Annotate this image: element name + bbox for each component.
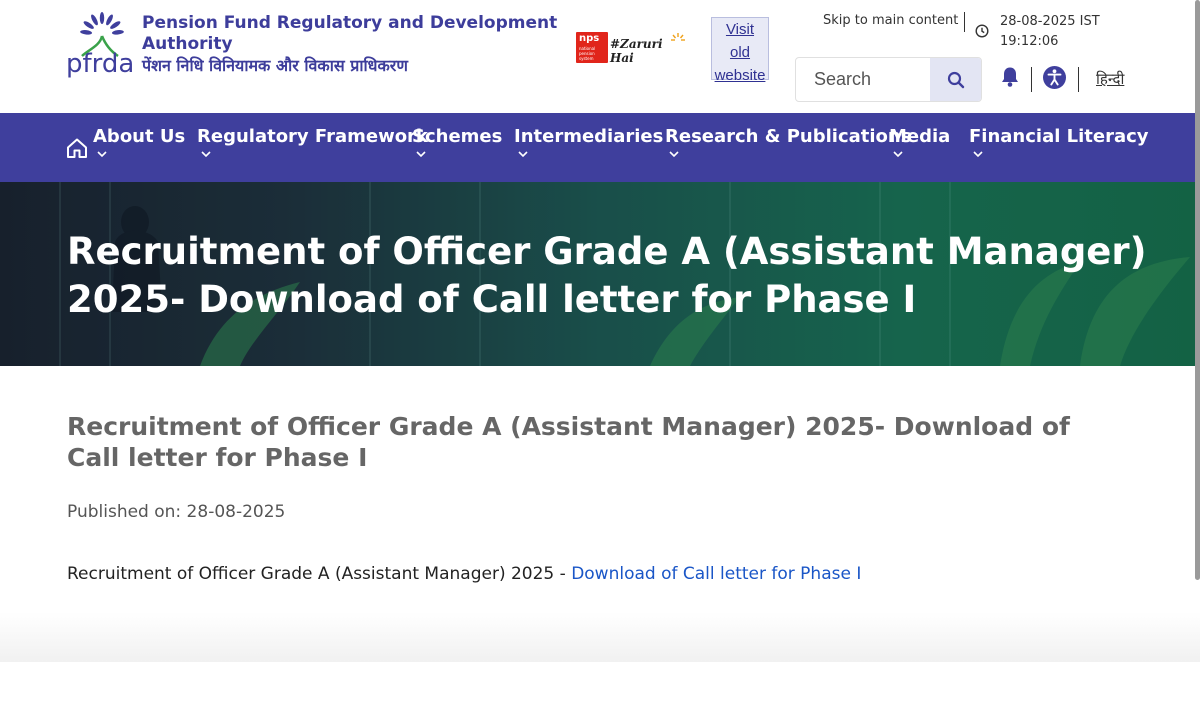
divider xyxy=(964,12,965,32)
logo-wordmark: pfrda xyxy=(66,49,134,79)
org-name-hindi: पेंशन निधि विनियामक और विकास प्राधिकरण xyxy=(142,56,408,75)
pfrda-logo[interactable]: pfrda xyxy=(66,12,138,84)
org-name-english: Pension Fund Regulatory and Development … xyxy=(142,13,558,54)
nav-item-regulatory-framework[interactable]: Regulatory Framework xyxy=(197,125,428,159)
search-input[interactable] xyxy=(796,58,930,101)
nps-zaruri-hai-logo[interactable]: nps national pension system #Zaruri Hai xyxy=(576,32,686,65)
nav-item-media[interactable]: Media xyxy=(889,125,950,159)
nav-item-label: About Us xyxy=(93,126,186,147)
nav-item-label: Intermediaries xyxy=(514,126,664,147)
org-name: Pension Fund Regulatory and Development … xyxy=(142,13,562,77)
hindi-language-link[interactable]: हिन्दी xyxy=(1096,69,1124,89)
footer-fade xyxy=(0,612,1200,662)
nav-item-schemes[interactable]: Schemes xyxy=(412,125,502,159)
search-button[interactable] xyxy=(930,58,981,101)
nps-badge: nps national pension system xyxy=(576,32,608,63)
scrollbar[interactable] xyxy=(1195,0,1200,580)
divider xyxy=(1031,67,1032,92)
nav-item-label: Media xyxy=(889,126,951,147)
nps-badge-subtext: national pension system xyxy=(579,46,596,61)
nav-item-label: Financial Literacy xyxy=(969,126,1149,147)
content-paragraph: Recruitment of Officer Grade A (Assistan… xyxy=(67,564,861,584)
home-icon[interactable] xyxy=(66,137,88,159)
chevron-down-icon xyxy=(669,151,679,158)
nps-badge-text: nps xyxy=(579,33,600,44)
search-icon xyxy=(947,71,965,89)
chevron-down-icon xyxy=(416,151,426,158)
old-website-line-1: Visit xyxy=(725,21,755,38)
nav-item-label: Research & Publications xyxy=(665,126,912,147)
nav-item-label: Regulatory Framework xyxy=(197,126,428,147)
sun-icon xyxy=(671,33,685,41)
clock-icon xyxy=(975,24,989,38)
nav-item-financial-literacy[interactable]: Financial Literacy xyxy=(969,125,1149,159)
search-box xyxy=(795,57,982,102)
page-title: Recruitment of Officer Grade A (Assistan… xyxy=(67,412,1070,472)
old-website-line-3: website xyxy=(714,67,766,84)
nav-item-research-publications[interactable]: Research & Publications xyxy=(665,125,911,159)
main-navigation: About Us Regulatory Framework Schemes In… xyxy=(0,113,1200,182)
nav-item-intermediaries[interactable]: Intermediaries xyxy=(514,125,663,159)
download-call-letter-link[interactable]: Download of Call letter for Phase I xyxy=(571,564,861,584)
visit-old-website-link[interactable]: Visit old website xyxy=(711,17,769,84)
skip-to-main-content-link[interactable]: Skip to main content xyxy=(823,13,958,28)
divider xyxy=(1078,67,1079,92)
chevron-down-icon xyxy=(97,151,107,158)
old-website-line-2: old xyxy=(729,44,751,61)
accessibility-icon[interactable] xyxy=(1043,66,1066,89)
current-time: 19:12:06 xyxy=(1000,34,1059,49)
banner-title: Recruitment of Officer Grade A (Assistan… xyxy=(67,230,1147,321)
chevron-down-icon xyxy=(893,151,903,158)
published-date: Published on: 28-08-2025 xyxy=(67,502,286,522)
chevron-down-icon xyxy=(973,151,983,158)
nav-item-label: Schemes xyxy=(412,126,503,147)
bell-icon[interactable] xyxy=(1000,66,1020,88)
page-banner: Recruitment of Officer Grade A (Assistan… xyxy=(0,182,1200,366)
nav-item-about-us[interactable]: About Us xyxy=(93,125,185,159)
chevron-down-icon xyxy=(201,151,211,158)
site-header: pfrda Pension Fund Regulatory and Develo… xyxy=(0,0,1200,113)
content-text: Recruitment of Officer Grade A (Assistan… xyxy=(67,564,572,584)
date-time-display: 28-08-2025 IST 19:12:06 xyxy=(1000,12,1100,52)
current-date: 28-08-2025 IST xyxy=(1000,14,1100,29)
chevron-down-icon xyxy=(518,151,528,158)
